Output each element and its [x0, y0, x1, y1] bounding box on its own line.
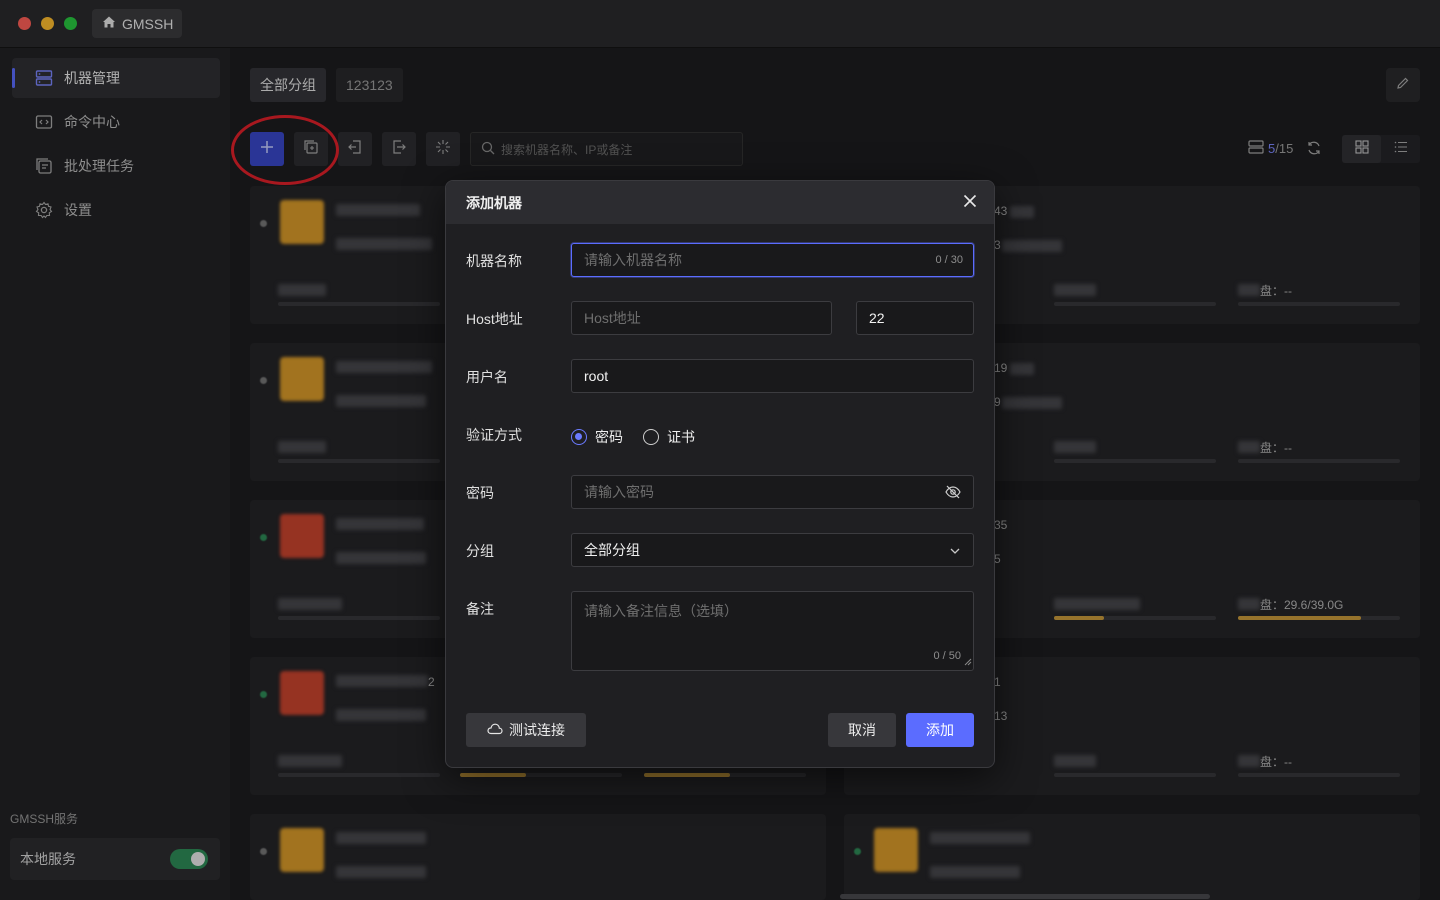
chevron-down-icon: [949, 544, 961, 560]
radio-unchecked-icon: [643, 429, 659, 445]
username-value: root: [584, 368, 609, 384]
eye-off-icon[interactable]: [945, 485, 961, 502]
app-window: GMSSH 机器管理 命令中心 批处理任务 设置 GMSSH服务 本地服务 全部…: [0, 0, 1440, 900]
host-placeholder: Host地址: [584, 310, 641, 326]
port-value: 22: [869, 310, 885, 326]
add-machine-dialog: 添加机器 机器名称 请输入机器名称 0 / 30 Host地址 Host地址 2…: [445, 180, 995, 768]
cancel-button[interactable]: 取消: [828, 713, 896, 747]
machine-name-placeholder: 请输入机器名称: [584, 252, 682, 268]
dialog-header: 添加机器: [446, 181, 994, 224]
group-value: 全部分组: [584, 542, 640, 558]
password-placeholder: 请输入密码: [584, 484, 654, 500]
add-button[interactable]: 添加: [906, 713, 974, 747]
name-label: 机器名称: [466, 253, 522, 269]
group-select[interactable]: 全部分组: [571, 533, 974, 567]
auth-password-radio[interactable]: 密码: [571, 427, 623, 447]
radio-checked-icon: [571, 429, 587, 445]
host-input[interactable]: Host地址: [571, 301, 832, 335]
remark-placeholder: 请输入备注信息（选填）: [584, 603, 738, 619]
test-connection-button[interactable]: 测试连接: [466, 713, 586, 747]
remark-textarea[interactable]: 请输入备注信息（选填） 0 / 50: [571, 591, 974, 671]
cloud-icon: [487, 722, 503, 738]
close-icon: [963, 194, 977, 213]
password-label: 密码: [466, 485, 494, 501]
resize-handle-icon[interactable]: [964, 653, 972, 669]
name-char-counter: 0 / 30: [935, 254, 963, 266]
auth-label: 验证方式: [466, 427, 522, 443]
remark-char-counter: 0 / 50: [933, 650, 961, 662]
machine-name-input[interactable]: 请输入机器名称 0 / 30: [571, 243, 974, 277]
close-dialog-button[interactable]: [960, 193, 980, 213]
remark-label: 备注: [466, 601, 494, 617]
username-input[interactable]: root: [571, 359, 974, 393]
host-label: Host地址: [466, 311, 523, 327]
test-connection-label: 测试连接: [509, 722, 565, 738]
auth-certificate-radio[interactable]: 证书: [643, 427, 695, 447]
username-label: 用户名: [466, 369, 508, 385]
radio-label: 证书: [667, 429, 695, 445]
group-label: 分组: [466, 543, 494, 559]
port-input[interactable]: 22: [856, 301, 974, 335]
radio-label: 密码: [595, 429, 623, 445]
dialog-title: 添加机器: [466, 194, 522, 211]
password-input[interactable]: 请输入密码: [571, 475, 974, 509]
